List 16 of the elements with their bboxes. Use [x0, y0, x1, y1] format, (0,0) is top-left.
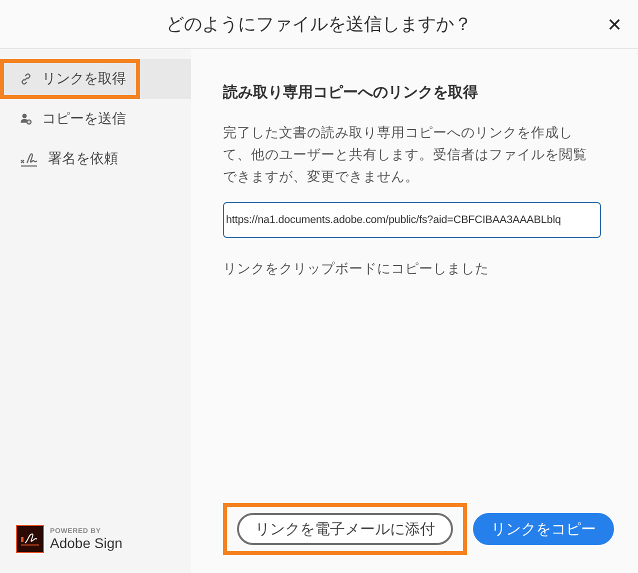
description-text: 完了した文書の読み取り専用コピーへのリンクを作成して、他のユーザーと共有します。受信者はファイルを閲覧できますが、変更できません。 [223, 124, 588, 186]
link-field[interactable]: https://na1.documents.adobe.com/public/fs?aid=CBFCIBAA3AAABLblq [223, 202, 601, 238]
copy-link-button[interactable]: リンクをコピー [473, 513, 614, 545]
signature-icon [20, 151, 38, 167]
product-name: Adobe Sign [50, 534, 122, 550]
logo-icon [16, 525, 44, 553]
status-message: リンクをクリップボードにコピーしました [223, 260, 490, 278]
dialog-title: どのようにファイルを送信しますか？ [166, 13, 472, 36]
email-link-button[interactable]: リンクを電子メールに添付 [237, 513, 453, 545]
person-add-icon [20, 111, 32, 127]
close-button[interactable]: ✕ [605, 12, 624, 38]
section-heading: 読み取り専用コピーへのリンクを取得 [223, 83, 479, 102]
sidebar-item[interactable]: リンクを取得 [0, 59, 140, 99]
sidebar-item[interactable]: コピーを送信 [0, 99, 140, 139]
sidebar-item[interactable]: 署名を依頼 [0, 139, 140, 179]
link-icon [20, 71, 32, 87]
